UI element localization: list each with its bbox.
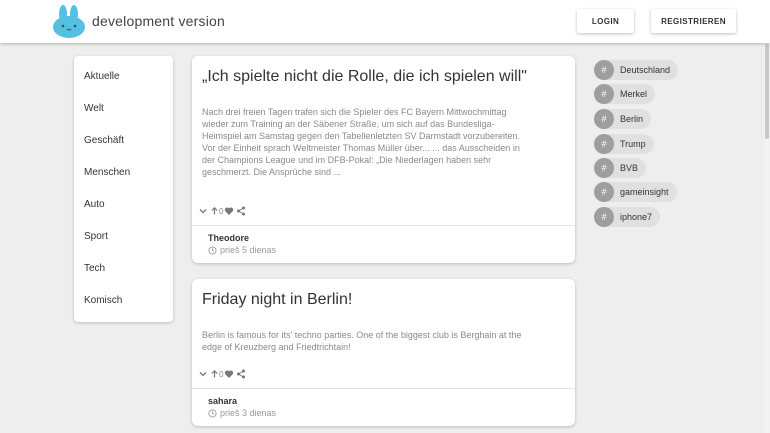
brand-title: development version [92, 13, 225, 29]
post-time: prieš 5 dienas [208, 245, 276, 255]
post-time: prieš 3 dienas [208, 408, 276, 418]
sidebar-item-menschen[interactable]: Menschen [84, 167, 130, 178]
author-name[interactable]: sahara [208, 396, 237, 406]
tag-chip-trump[interactable]: # Trump [594, 134, 654, 154]
author-name[interactable]: Theodore [208, 233, 249, 243]
tag-label: gameinsight [620, 187, 669, 197]
tag-chip-gameinsight[interactable]: # gameinsight [594, 182, 677, 202]
tag-chip-iphone7[interactable]: # iphone7 [594, 207, 661, 227]
share-button[interactable] [236, 206, 246, 216]
expand-button[interactable] [198, 206, 208, 216]
tag-label: BVB [620, 163, 639, 173]
tag-label: Trump [620, 139, 646, 149]
sidebar-item-welt[interactable]: Welt [84, 103, 104, 114]
upvote-button[interactable] [210, 369, 219, 379]
like-button[interactable] [224, 369, 234, 379]
upvote-button[interactable] [210, 206, 219, 216]
hash-icon: # [594, 207, 614, 227]
post-excerpt: Berlin is famous for its' techno parties… [202, 330, 522, 352]
post-title[interactable]: Friday night in Berlin! [202, 291, 352, 309]
hash-icon: # [594, 84, 614, 104]
tag-chip-bvb[interactable]: # BVB [594, 158, 647, 178]
chevron-down-icon [199, 209, 207, 214]
login-button[interactable]: LOGIN [577, 9, 634, 33]
top-app-bar: development version LOGIN REGISTRIEREN [0, 0, 770, 43]
tag-chip-merkel[interactable]: # Merkel [594, 84, 656, 104]
chevron-down-icon [199, 372, 207, 377]
category-sidebar: Aktuelle Welt Geschäft Menschen Auto Spo… [74, 56, 173, 322]
post-title[interactable]: „Ich spielte nicht die Rolle, die ich sp… [202, 68, 527, 86]
tag-label: Berlin [620, 114, 644, 124]
sidebar-item-komisch[interactable]: Komisch [84, 295, 122, 306]
scrollbar-thumb[interactable] [765, 44, 769, 139]
sidebar-item-sport[interactable]: Sport [84, 231, 108, 242]
share-icon [237, 206, 246, 216]
heart-icon [225, 207, 234, 215]
sidebar-item-auto[interactable]: Auto [84, 199, 105, 210]
tag-label: Deutschland [620, 65, 671, 75]
tag-label: iphone7 [620, 212, 653, 222]
tag-chip-deutschland[interactable]: # Deutschland [594, 60, 679, 80]
post-actions: 0 [198, 369, 246, 379]
sidebar-item-geschaeft[interactable]: Geschäft [84, 135, 124, 146]
tag-chip-berlin[interactable]: # Berlin [594, 109, 652, 129]
arrow-up-icon [211, 369, 218, 378]
post-excerpt: Nach drei freien Tagen trafen sich die S… [202, 107, 521, 177]
hash-icon: # [594, 109, 614, 129]
hash-icon: # [594, 134, 614, 154]
register-button[interactable]: REGISTRIEREN [651, 9, 736, 33]
post-card: „Ich spielte nicht die Rolle, die ich sp… [192, 56, 575, 263]
like-button[interactable] [224, 206, 234, 216]
post-actions: 0 [198, 206, 246, 216]
heart-icon [225, 370, 234, 378]
sidebar-item-aktuelle[interactable]: Aktuelle [84, 71, 120, 82]
card-divider [192, 225, 575, 226]
vote-count: 0 [219, 206, 224, 216]
hash-icon: # [594, 182, 614, 202]
tag-label: Merkel [620, 89, 648, 99]
arrow-up-icon [211, 206, 218, 215]
sidebar-item-tech[interactable]: Tech [84, 263, 105, 274]
card-divider [192, 388, 575, 389]
bunny-logo-icon[interactable] [52, 5, 86, 38]
expand-button[interactable] [198, 369, 208, 379]
post-card: Friday night in Berlin! Berlin is famous… [192, 279, 575, 426]
hash-icon: # [594, 158, 614, 178]
time-label: prieš 5 dienas [220, 245, 277, 255]
share-button[interactable] [236, 369, 246, 379]
vote-count: 0 [219, 369, 224, 379]
clock-icon [208, 408, 217, 418]
time-label: prieš 3 dienas [220, 408, 277, 418]
hash-icon: # [594, 60, 614, 80]
clock-icon [208, 245, 217, 255]
share-icon [237, 369, 246, 379]
